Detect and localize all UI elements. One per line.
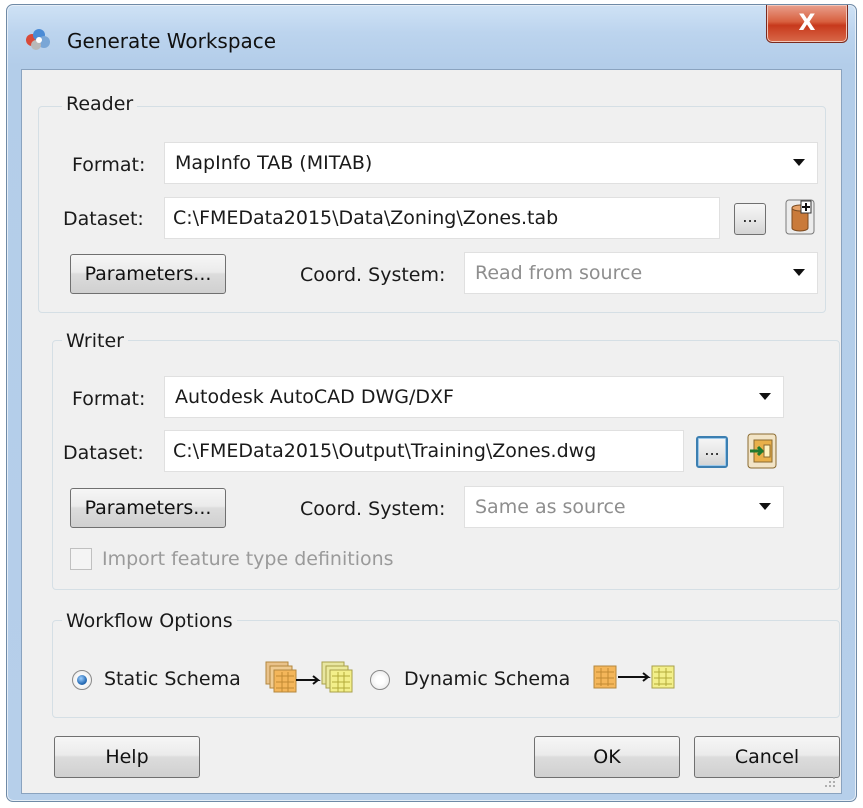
writer-dataset-label: Dataset: — [63, 442, 144, 464]
fme-app-icon — [26, 29, 50, 50]
chevron-down-icon — [793, 269, 805, 276]
dynamic-schema-radio[interactable] — [370, 670, 390, 690]
generate-workspace-dialog: Generate Workspace X Reader Format: MapI… — [6, 4, 857, 802]
close-button[interactable]: X — [766, 5, 848, 43]
reader-coord-value: Read from source — [475, 262, 643, 284]
static-schema-icon — [265, 661, 353, 693]
close-icon: X — [798, 11, 816, 36]
reader-browse-button[interactable]: ... — [734, 203, 766, 235]
reader-parameters-label: Parameters... — [84, 263, 212, 285]
static-schema-label: Static Schema — [104, 668, 241, 690]
ok-button-label: OK — [593, 746, 621, 768]
reader-format-select[interactable]: MapInfo TAB (MITAB) — [164, 142, 818, 184]
writer-coord-value: Same as source — [475, 496, 626, 518]
writer-format-label: Format: — [72, 388, 146, 410]
writer-dataset-field[interactable]: C:\FMEData2015\Output\Training\Zones.dwg — [164, 430, 684, 472]
reader-coord-label: Coord. System: — [300, 264, 446, 286]
writer-coord-select[interactable]: Same as source — [464, 486, 784, 528]
chevron-down-icon — [793, 159, 805, 166]
title-bar: Generate Workspace X — [7, 5, 856, 69]
browse-ellipsis-icon: ... — [704, 439, 720, 459]
chevron-down-icon — [759, 393, 771, 400]
cancel-button[interactable]: Cancel — [694, 736, 840, 778]
ok-button[interactable]: OK — [534, 736, 680, 778]
writer-parameters-button[interactable]: Parameters... — [70, 488, 226, 528]
writer-format-value: Autodesk AutoCAD DWG/DXF — [175, 386, 454, 408]
help-button[interactable]: Help — [54, 736, 200, 778]
resize-grip-icon[interactable] — [823, 775, 837, 789]
static-schema-radio[interactable] — [72, 670, 92, 690]
chevron-down-icon — [759, 503, 771, 510]
help-button-label: Help — [105, 746, 149, 768]
writer-parameters-label: Parameters... — [84, 497, 212, 519]
reader-group-label: Reader — [62, 93, 138, 115]
writer-browse-button[interactable]: ... — [696, 436, 728, 468]
writer-dataset-value: C:\FMEData2015\Output\Training\Zones.dwg — [173, 440, 597, 462]
reader-dataset-field[interactable]: C:\FMEData2015\Data\Zoning\Zones.tab — [164, 197, 720, 239]
dynamic-schema-label: Dynamic Schema — [404, 668, 571, 690]
reader-dataset-value: C:\FMEData2015\Data\Zoning\Zones.tab — [173, 207, 559, 229]
dialog-body: Reader Format: MapInfo TAB (MITAB) Datas… — [21, 69, 842, 794]
reader-format-value: MapInfo TAB (MITAB) — [175, 152, 373, 174]
workflow-group-label: Workflow Options — [62, 610, 237, 632]
reader-parameters-button[interactable]: Parameters... — [70, 254, 226, 294]
reader-format-label: Format: — [72, 154, 146, 176]
window-title: Generate Workspace — [67, 29, 277, 53]
add-database-icon[interactable] — [783, 198, 817, 236]
import-feature-types-checkbox[interactable] — [70, 548, 92, 570]
writer-format-select[interactable]: Autodesk AutoCAD DWG/DXF — [164, 376, 784, 418]
cancel-button-label: Cancel — [734, 746, 800, 768]
writer-group-label: Writer — [62, 330, 128, 352]
import-feature-types-label: Import feature type definitions — [102, 548, 394, 570]
reader-coord-select[interactable]: Read from source — [464, 252, 818, 294]
reader-dataset-label: Dataset: — [63, 208, 144, 230]
dynamic-schema-icon — [593, 665, 675, 689]
writer-coord-label: Coord. System: — [300, 498, 446, 520]
browse-ellipsis-icon: ... — [742, 206, 758, 226]
writer-options-icon[interactable] — [745, 432, 779, 470]
